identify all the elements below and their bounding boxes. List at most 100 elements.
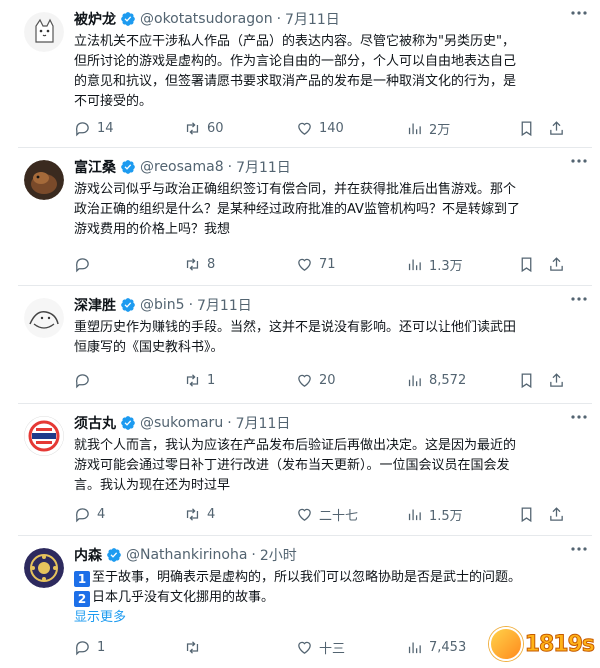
text-line: 但所讨论的游戏是虚构的。作为言论自由的一部分，个人可以自由地表达自己 — [74, 54, 517, 69]
reply-count: 4 — [97, 506, 106, 522]
reply-icon — [75, 121, 89, 136]
share-button[interactable] — [548, 506, 565, 523]
text-line: 恒康写的《国史教科书》。 — [74, 340, 224, 355]
like-count: 71 — [319, 256, 336, 272]
retweet-button[interactable]: 8 — [184, 256, 215, 273]
separator: · — [251, 547, 256, 563]
bookmark-icon — [521, 506, 532, 522]
avatar[interactable] — [24, 12, 64, 52]
text-line: 立法机关不应干涉私人作品（产品）的表达内容。尽管它被称为"另类历史"， — [74, 34, 515, 49]
views-button[interactable]: 8,572 — [406, 372, 466, 389]
like-count: 140 — [319, 120, 344, 136]
timestamp[interactable]: 7月11日 — [285, 9, 340, 29]
views-icon — [408, 259, 421, 270]
display-name[interactable]: 被炉龙 — [74, 9, 116, 29]
reply-icon — [75, 373, 89, 388]
number-badge: 1 — [74, 571, 90, 587]
retweet-count: 60 — [207, 120, 224, 136]
display-name[interactable]: 须古丸 — [74, 413, 116, 433]
separator: · — [188, 297, 194, 313]
handle[interactable]: @sukomaru — [140, 415, 223, 431]
timestamp[interactable]: 7月11日 — [236, 157, 291, 177]
retweet-icon — [186, 257, 199, 271]
handle[interactable]: @okotatsudoragon — [140, 11, 273, 27]
views-button[interactable]: 2万 — [406, 119, 450, 138]
like-button[interactable]: 20 — [296, 372, 336, 389]
reply-button[interactable]: 1 — [74, 639, 105, 656]
retweet-button[interactable]: 1 — [184, 372, 215, 389]
more-icon[interactable] — [570, 158, 588, 164]
reply-icon — [75, 640, 89, 655]
more-icon[interactable] — [570, 296, 588, 302]
views-button[interactable]: 7,453 — [406, 639, 466, 656]
views-button[interactable]: 1.5万 — [406, 505, 463, 524]
text-line: 重塑历史作为赚钱的手段。当然，这并不是说没有影响。还可以让他们读武田 — [74, 320, 517, 335]
tweet-text: 游戏公司似乎与政治正确组织签订有偿合同，并在获得批准后出售游戏。那个 政治正确的… — [74, 180, 584, 240]
avatar[interactable] — [24, 160, 64, 200]
like-icon — [298, 374, 311, 387]
more-icon[interactable] — [570, 10, 588, 16]
avatar[interactable] — [24, 416, 64, 456]
like-count: 十三 — [319, 641, 346, 657]
timestamp[interactable]: 2小时 — [260, 545, 297, 565]
display-name[interactable]: 富江桑 — [74, 157, 116, 177]
reply-button[interactable] — [74, 256, 97, 273]
retweet-icon — [186, 121, 199, 135]
site-watermark: 1819s — [488, 624, 596, 664]
text-line: 游戏费用的价格上吗？我想 — [74, 222, 231, 237]
timestamp[interactable]: 7月11日 — [236, 413, 291, 433]
watermark-text: 1819s — [524, 631, 595, 657]
verified-icon — [121, 298, 135, 312]
share-button[interactable] — [548, 372, 565, 389]
reply-button[interactable]: 14 — [74, 120, 114, 137]
verified-icon — [107, 548, 121, 562]
view-count: 2万 — [429, 122, 451, 138]
like-button[interactable]: 二十七 — [296, 505, 358, 524]
avatar[interactable] — [24, 548, 64, 588]
tweet[interactable]: 深津胜 @bin5 · 7月11日 重塑历史作为赚钱的手段。当然，这并不是说没有… — [18, 286, 592, 404]
view-count: 8,572 — [429, 372, 467, 388]
more-icon[interactable] — [570, 546, 588, 552]
item-text: 日本几乎没有文化挪用的故事。 — [92, 590, 275, 605]
separator: · — [276, 11, 282, 27]
more-icon[interactable] — [570, 414, 588, 420]
like-icon — [298, 508, 311, 521]
bookmark-button[interactable] — [518, 372, 535, 389]
bookmark-button[interactable] — [518, 256, 535, 273]
bookmark-button[interactable] — [518, 506, 535, 523]
number-badge: 2 — [74, 591, 90, 607]
views-button[interactable]: 1.3万 — [406, 255, 463, 274]
tweet[interactable]: 须古丸 @sukomaru · 7月11日 就我个人而言，我认为应该在产品发布后… — [18, 404, 592, 536]
handle[interactable]: @reosama8 — [140, 159, 224, 175]
display-name[interactable]: 深津胜 — [74, 295, 116, 315]
views-icon — [408, 642, 421, 653]
like-button[interactable]: 十三 — [296, 638, 345, 657]
separator: · — [227, 159, 233, 175]
handle[interactable]: @bin5 — [140, 297, 185, 313]
tweet[interactable]: 富江桑 @reosama8 · 7月11日 游戏公司似乎与政治正确组织签订有偿合… — [18, 148, 592, 286]
reply-icon — [75, 507, 89, 522]
share-button[interactable] — [548, 120, 565, 137]
reply-button[interactable]: 4 — [74, 506, 105, 523]
timestamp[interactable]: 7月11日 — [197, 295, 252, 315]
retweet-button[interactable]: 60 — [184, 120, 224, 137]
views-icon — [408, 123, 421, 134]
retweet-button[interactable] — [184, 639, 207, 656]
share-button[interactable] — [548, 256, 565, 273]
tweet-text: 立法机关不应干涉私人作品（产品）的表达内容。尽管它被称为"另类历史"， 但所讨论… — [74, 32, 584, 112]
reply-button[interactable] — [74, 372, 97, 389]
display-name[interactable]: 内森 — [74, 545, 102, 565]
like-count: 二十七 — [319, 508, 359, 524]
text-line: 游戏可能会通过零日补丁进行改进（发布当天更新）。一位国会议员在国会发 — [74, 458, 510, 473]
handle[interactable]: @Nathankirinoha — [126, 547, 247, 563]
retweet-count: 4 — [207, 506, 216, 522]
reply-icon — [75, 257, 89, 272]
like-button[interactable]: 140 — [296, 120, 344, 137]
retweet-count: 8 — [207, 256, 216, 272]
like-icon — [298, 122, 311, 135]
avatar[interactable] — [24, 298, 64, 338]
retweet-button[interactable]: 4 — [184, 506, 215, 523]
like-button[interactable]: 71 — [296, 256, 336, 273]
bookmark-button[interactable] — [518, 120, 535, 137]
tweet[interactable]: 被炉龙 @okotatsudoragon · 7月11日 立法机关不应干涉私人作… — [18, 0, 592, 148]
